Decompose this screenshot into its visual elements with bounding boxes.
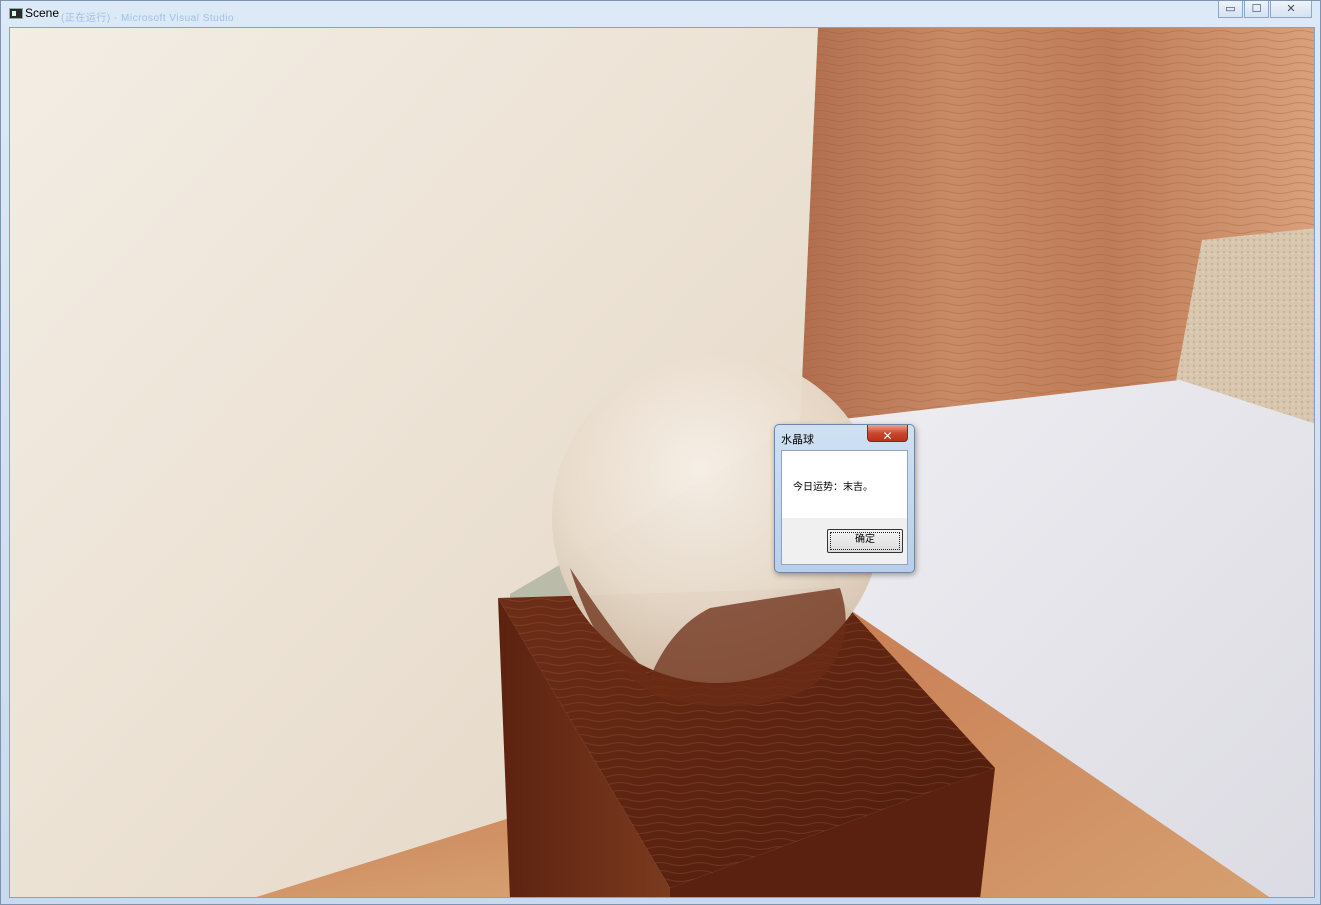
close-icon: ✕ — [1286, 2, 1296, 15]
background-window-title: (正在运行) - Microsoft Visual Studio — [61, 13, 235, 24]
app-window: (正在运行) - Microsoft Visual Studio Scene ▭… — [0, 0, 1321, 905]
dialog-content-area: 今日运势：末吉。 — [782, 451, 907, 518]
app-icon — [9, 8, 23, 19]
dialog-close-button[interactable]: ✕ — [867, 425, 908, 443]
close-icon: ✕ — [882, 429, 893, 443]
dialog-message: 今日运势：末吉。 — [793, 482, 873, 493]
ok-button[interactable]: 确定 — [827, 529, 903, 553]
maximize-icon: ☐ — [1251, 2, 1262, 15]
window-title: Scene — [25, 6, 60, 20]
close-button[interactable]: ✕ — [1270, 1, 1312, 18]
dialog-body: 今日运势：末吉。 确定 — [781, 450, 908, 565]
caption-buttons: ▭ ☐ ✕ — [1217, 1, 1312, 20]
title-bar[interactable]: (正在运行) - Microsoft Visual Studio Scene ▭… — [1, 1, 1320, 26]
maximize-button[interactable]: ☐ — [1244, 1, 1269, 18]
3d-scene — [10, 28, 1314, 897]
minimize-button[interactable]: ▭ — [1218, 1, 1243, 18]
message-dialog: 水晶球 ✕ 今日运势：末吉。 确定 — [774, 424, 915, 573]
minimize-icon: ▭ — [1225, 2, 1236, 15]
3d-viewport[interactable] — [9, 27, 1315, 898]
dialog-title: 水晶球 — [781, 433, 814, 446]
